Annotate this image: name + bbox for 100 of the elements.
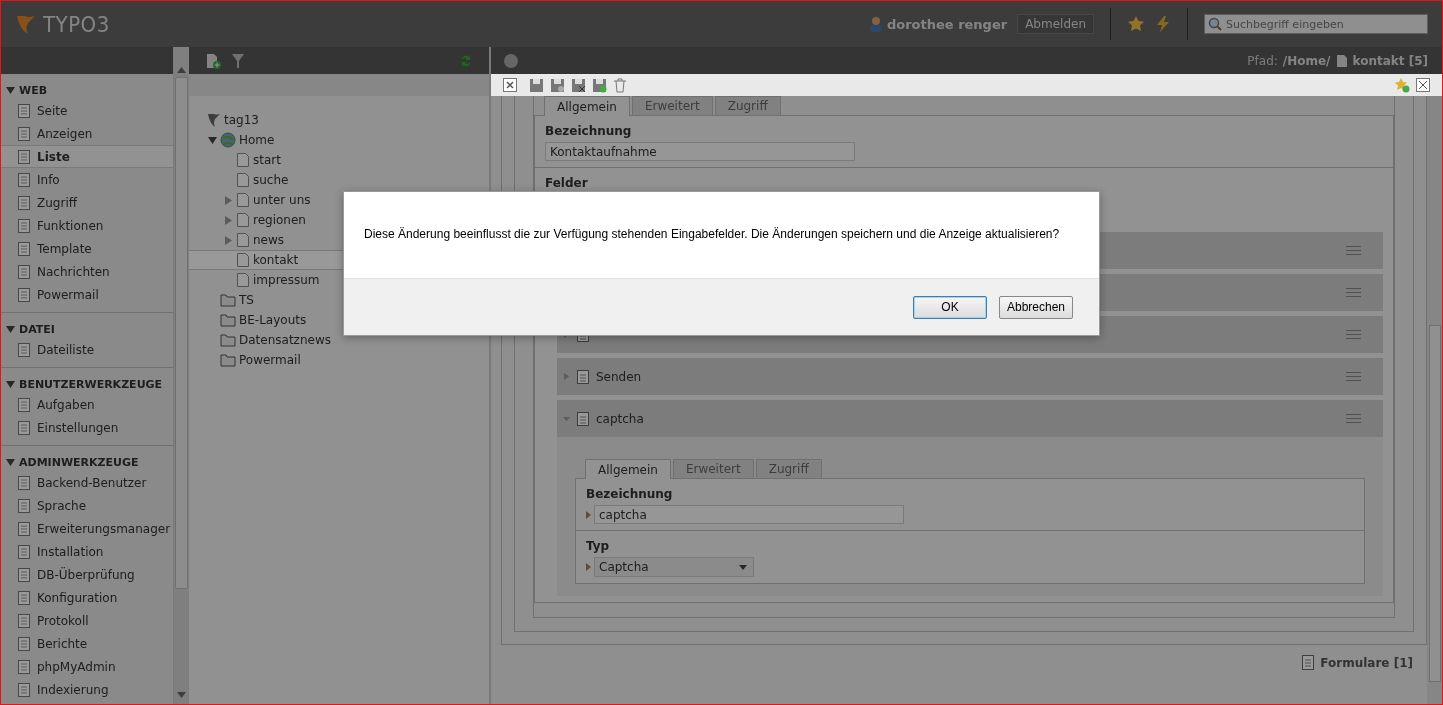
record-count-label: Formulare [1] [1320,655,1413,670]
save-and-view-icon[interactable] [550,77,565,93]
document-icon [17,341,31,358]
select-dropdown[interactable]: Captcha [594,557,754,577]
tab[interactable]: Allgemein [544,96,630,116]
tree-item[interactable]: TS [189,290,489,310]
field-row[interactable]: captcha [557,400,1383,437]
document-icon [17,217,31,234]
tab[interactable]: Erweitert [672,459,754,478]
expanded-triangle-icon[interactable] [6,457,15,467]
scrollbar-thumb[interactable] [175,77,189,589]
save-and-close-icon[interactable] [571,77,586,93]
scroll-up-arrow-icon[interactable] [177,67,187,73]
document-icon [17,240,31,257]
page-icon [236,192,250,208]
page-icon [236,232,250,248]
page-icon [236,172,250,188]
tree-item[interactable]: BE-Layouts [189,310,489,330]
dropdown-caret-icon [739,564,747,570]
menu-item[interactable]: Erweiterungsmanager [1,517,174,540]
path-text: /Home/ [1282,53,1331,68]
tab[interactable]: Allgemein [585,459,671,479]
section-heading[interactable]: ADMINWERKZEUGE [19,455,139,469]
page-title: kontakt [5] [1352,53,1428,68]
field-row[interactable]: Senden [557,358,1383,395]
user-name[interactable]: dorothee renger [886,16,1008,32]
scrollbar-thumb[interactable] [1428,325,1441,682]
document-icon [17,612,31,629]
tree-item[interactable]: Home [189,130,489,150]
logout-button[interactable]: Abmelden [1017,14,1094,34]
field-label: Felder [545,176,589,190]
tab[interactable]: Zugriff [755,459,822,478]
document-icon [17,497,31,514]
star-icon[interactable] [1127,15,1145,33]
bookmark-star-icon[interactable] [1394,77,1410,93]
logo-icon [207,112,221,128]
page-icon [236,152,250,168]
input-field[interactable]: captcha [594,505,904,524]
form-element-icon [576,368,590,385]
page-icon [1335,53,1348,68]
expanded-triangle-icon[interactable] [6,324,15,334]
caret-right-icon [586,510,591,519]
caret-right-icon [586,563,591,571]
document-icon [17,474,31,491]
search-field[interactable]: Suchbegriff eingeben [1204,14,1428,34]
dialog-button[interactable]: Abbrechen [999,295,1073,319]
document-icon [17,566,31,583]
tree-item[interactable]: suche [189,170,489,190]
tree-root-label[interactable]: tag13 [224,113,259,127]
document-icon [17,125,31,142]
filter-icon[interactable] [231,52,245,69]
expand-caret-icon[interactable] [563,373,570,380]
document-icon [17,286,31,303]
drag-handle-icon[interactable] [1346,371,1361,382]
tree-item[interactable]: unter uns [189,190,489,210]
tree-item[interactable]: start [189,150,489,170]
drag-handle-icon[interactable] [1346,413,1361,424]
tree-item[interactable]: Datensatznews [189,330,489,350]
tab[interactable]: Erweitert [631,96,713,115]
collapse-caret-icon[interactable] [563,415,570,422]
expanded-triangle-icon[interactable] [6,85,15,95]
menu-item[interactable]: Liste [1,145,174,168]
document-icon [17,635,31,652]
document-icon [17,520,31,537]
folder-icon [220,333,236,347]
save-and-new-icon[interactable] [592,77,607,93]
folder-icon [220,293,236,307]
form-element-icon [576,410,590,427]
section-heading[interactable]: DATEI [19,322,55,336]
tab[interactable]: Zugriff [714,96,781,115]
drag-handle-icon[interactable] [1346,329,1361,340]
section-heading[interactable]: BENUTZERWERKZEUGE [19,377,163,391]
dialog-message: Diese Änderung beeinflusst die zur Verfügung stehenden Eingabefelder. Die Änderungen speichern und die Anzeige aktualisieren? [364,227,1060,241]
form-document-icon [1302,655,1315,670]
lightning-icon[interactable] [1155,15,1171,33]
collapsed-triangle-icon[interactable] [223,215,233,225]
save-icon[interactable] [529,77,544,93]
drag-handle-icon[interactable] [1346,287,1361,298]
field-label: Typ [586,539,611,553]
new-page-icon[interactable] [205,52,221,69]
input-field[interactable]: Kontaktaufnahme [545,142,855,161]
collapsed-triangle-icon[interactable] [223,195,233,205]
expanded-triangle-icon[interactable] [207,135,217,145]
page-icon [236,252,250,268]
close-icon[interactable] [503,78,517,92]
collapsed-triangle-icon[interactable] [223,235,233,245]
logo-icon [15,13,37,35]
dialog-button[interactable]: OK [913,295,987,319]
globe-icon [220,132,236,148]
page-icon [236,212,250,228]
tree-item[interactable]: impressum [189,270,489,290]
expanded-triangle-icon[interactable] [6,379,15,389]
document-icon [17,171,31,188]
drag-handle-icon[interactable] [1346,245,1361,256]
trash-icon[interactable] [613,77,627,93]
section-heading[interactable]: WEB [19,83,48,97]
fullscreen-icon[interactable] [1416,78,1430,92]
scroll-down-arrow-icon[interactable] [177,692,187,698]
tree-item[interactable]: Powermail [189,350,489,370]
path-label: Pfad: [1247,53,1278,68]
